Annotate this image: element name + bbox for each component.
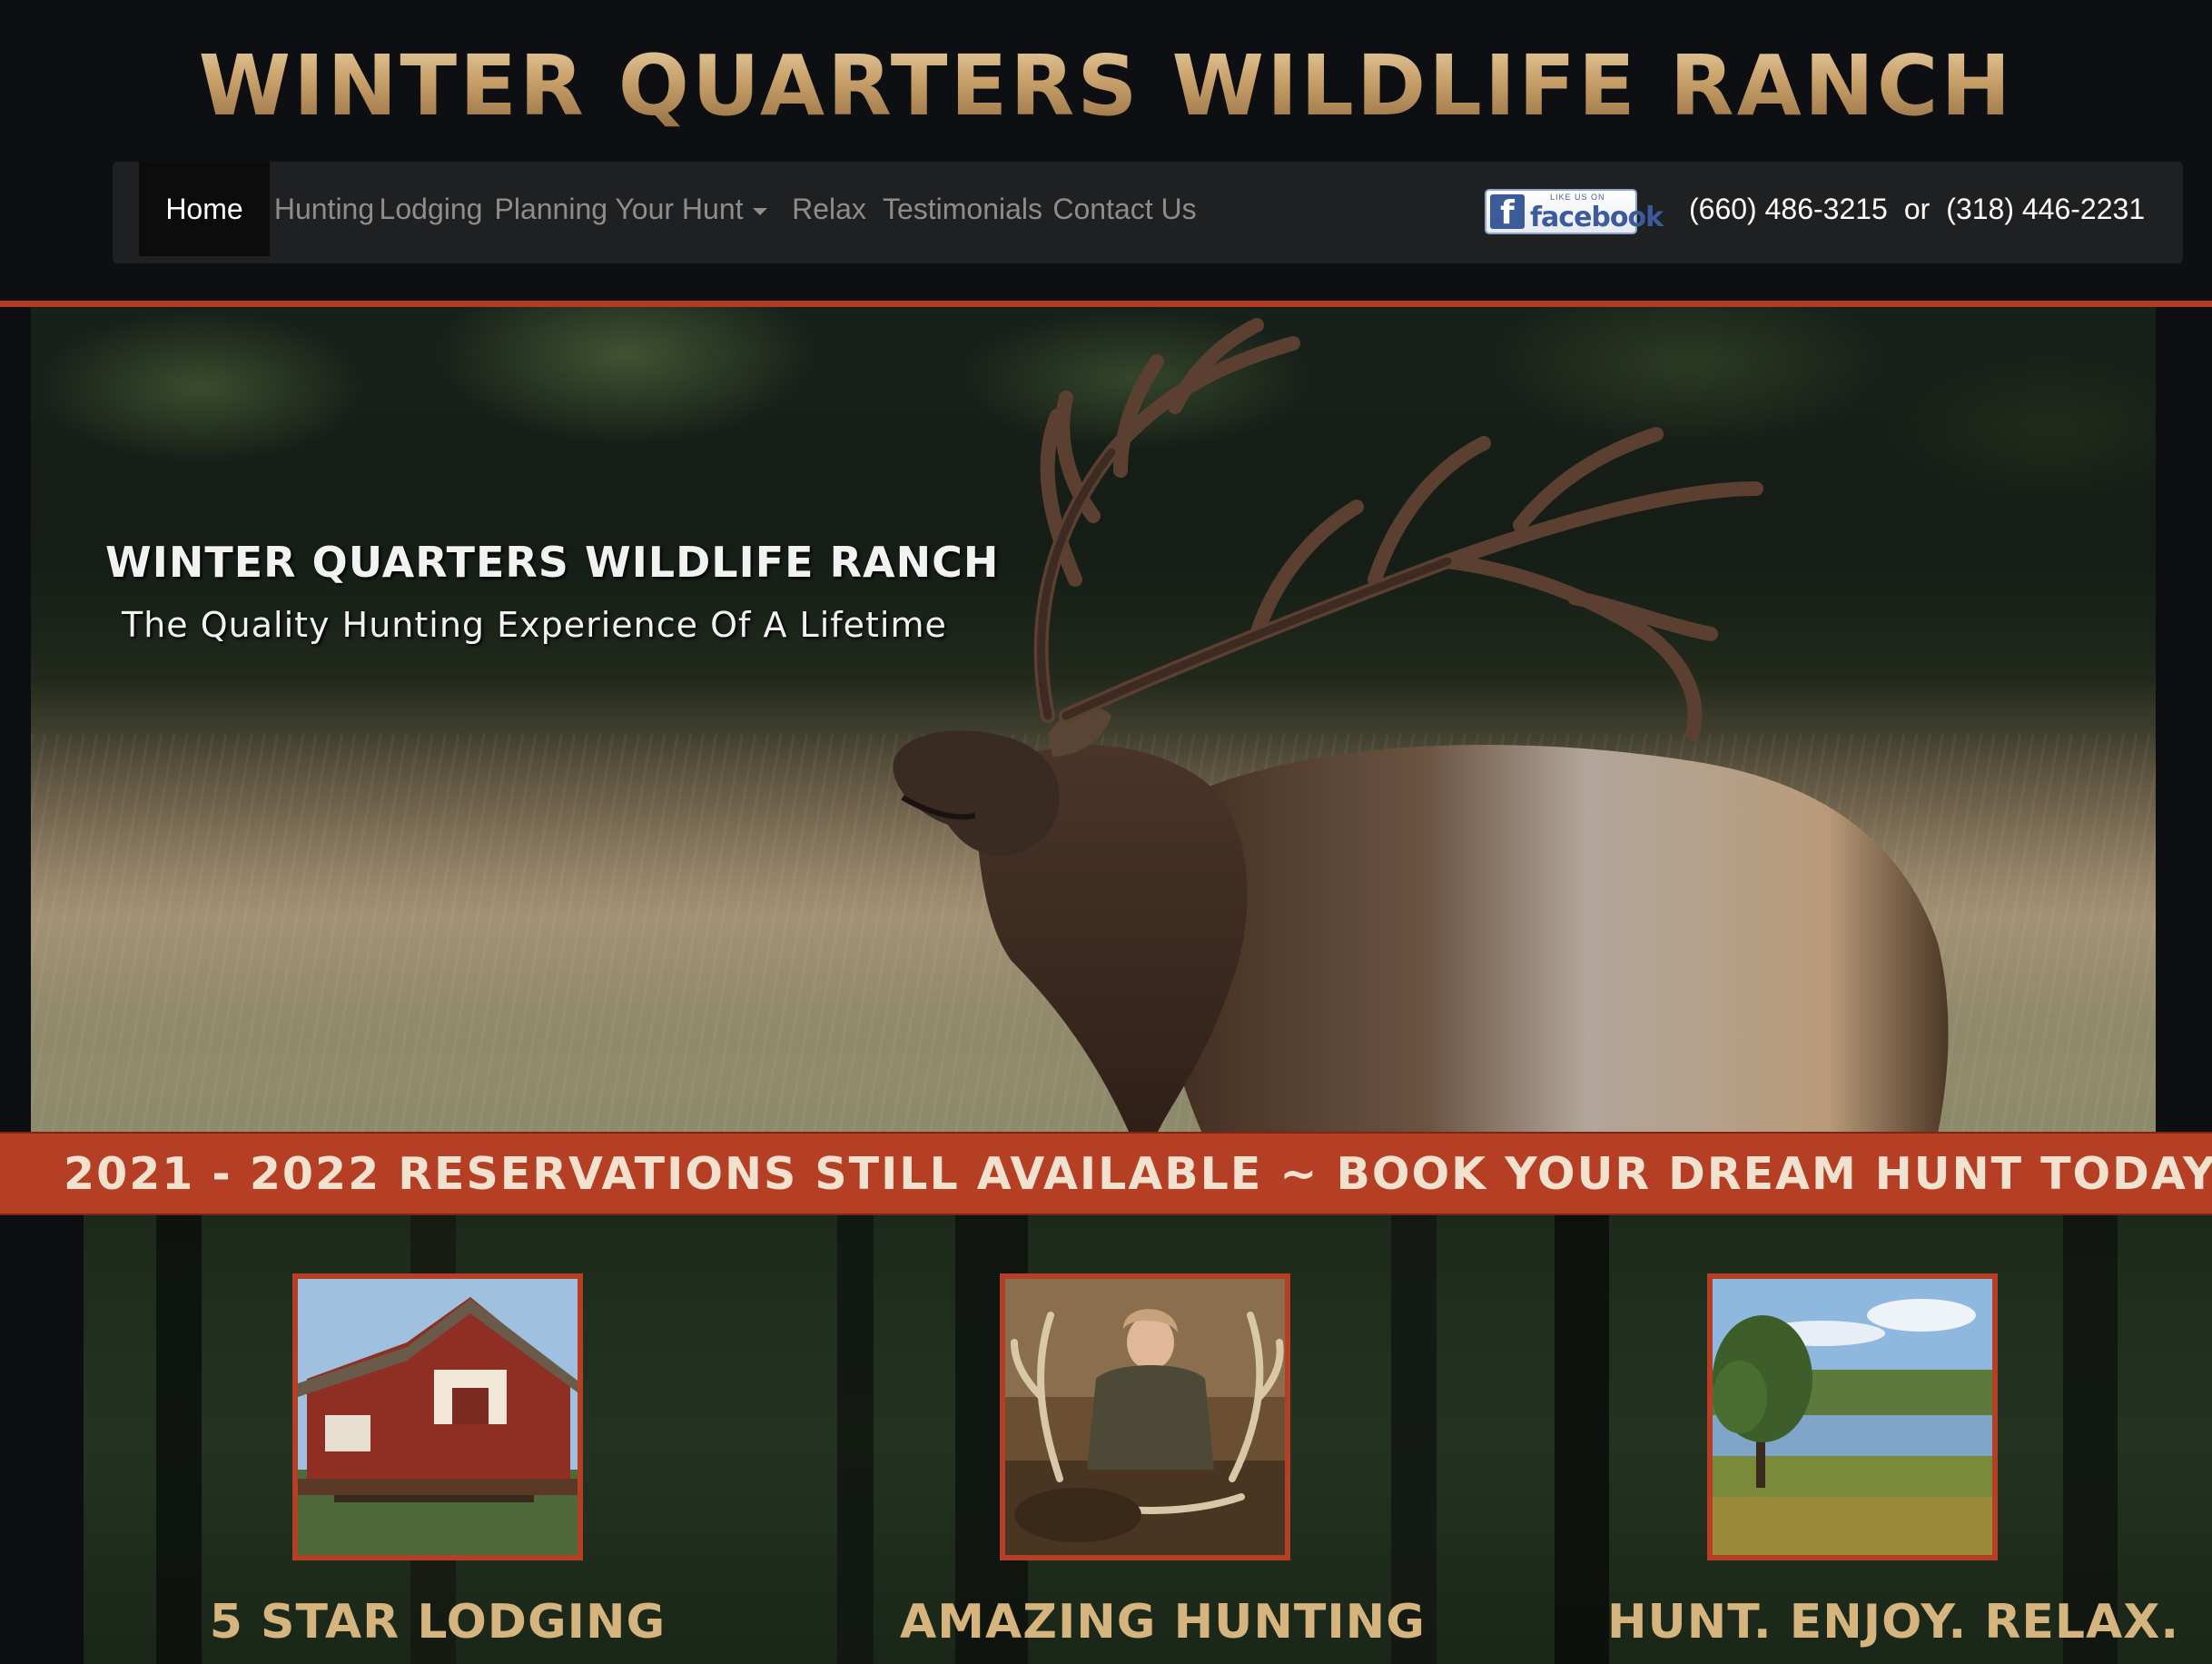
nav-home[interactable]: Home [139,162,270,256]
hero-slider: WINTER QUARTERS WILDLIFE RANCH The Quali… [31,307,2156,1134]
nav-relax[interactable]: Relax [778,162,880,256]
feature-lodging: 5 STAR LODGING [210,1215,665,1664]
feature-label-relax[interactable]: HUNT. ENJOY. RELAX. [1607,1595,2178,1649]
nav-planning-your-hunt[interactable]: Planning Your Hunt [483,162,778,256]
facebook-like-text: LIKE US ON [1550,193,1605,202]
hunter-image [1005,1279,1285,1555]
facebook-wordmark: facebook [1530,202,1664,233]
feature-label-hunting[interactable]: AMAZING HUNTING [900,1595,1425,1649]
caret-down-icon [752,207,767,215]
lodge-photo[interactable] [292,1273,583,1560]
hero-subtitle: The Quality Hunting Experience Of A Life… [122,605,947,645]
feature-label-lodging[interactable]: 5 STAR LODGING [193,1595,683,1649]
nav-lodging[interactable]: Lodging [379,162,483,256]
nav-hunting[interactable]: Hunting [270,162,379,256]
phone-2[interactable]: (318) 446-2231 [1946,193,2145,225]
banner-text: 2021 - 2022 RESERVATIONS STILL AVAILABLE… [64,1148,2212,1200]
nav-testimonials[interactable]: Testimonials [880,162,1045,256]
site-header: WINTER QUARTERS WILDLIFE RANCH Home Hunt… [0,0,2212,307]
site-title[interactable]: WINTER QUARTERS WILDLIFE RANCH [0,36,2212,136]
pond-photo[interactable] [1707,1273,1998,1560]
hunter-photo[interactable] [1000,1273,1290,1560]
header-divider [0,301,2212,307]
phone-separator: or [1903,193,1931,225]
lodge-image [298,1279,578,1555]
feature-relax: HUNT. ENJOY. RELAX. [1607,1215,2178,1664]
nav-planning-label: Planning Your Hunt [494,193,744,225]
facebook-icon: f [1490,194,1525,232]
page: WINTER QUARTERS WILDLIFE RANCH Home Hunt… [0,0,2212,1664]
reservation-banner[interactable]: 2021 - 2022 RESERVATIONS STILL AVAILABLE… [0,1132,2212,1215]
main-navbar: Home Hunting Lodging Planning Your Hunt … [113,162,2183,263]
nav-contact-us[interactable]: Contact Us [1045,162,1204,256]
feature-hunting: AMAZING HUNTING [900,1215,1425,1664]
features-section: 5 STAR LODGING AMAZING HUNTING HUNT. ENJ… [84,1215,2212,1664]
pond-image [1713,1279,1992,1555]
phone-numbers: (660) 486-3215 or (318) 446-2231 [1689,162,2145,256]
phone-1[interactable]: (660) 486-3215 [1689,193,1888,225]
hero-title: WINTER QUARTERS WILDLIFE RANCH [105,538,1000,587]
facebook-like-button[interactable]: f LIKE US ON facebook [1485,189,1664,234]
elk-image [893,318,1949,1134]
